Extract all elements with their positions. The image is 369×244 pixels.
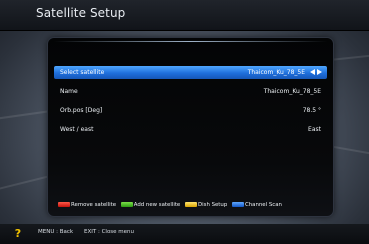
menu-back-hint: MENU : Back: [38, 229, 74, 235]
setting-value: 78.5 °: [302, 107, 321, 114]
setting-value: East: [308, 126, 321, 133]
red-key-remove-satellite[interactable]: Remove satellite: [58, 201, 116, 209]
satellite-setup-screen: Satellite Setup Select satellite Thaicom…: [0, 0, 369, 244]
footer-bar: ? MENU : Back EXIT : Close menu: [0, 224, 369, 244]
red-key-label: Remove satellite: [71, 202, 117, 208]
setting-label: West / east: [60, 126, 94, 133]
window-title: Satellite Setup: [36, 6, 126, 20]
setting-row-name[interactable]: Name Thaicom_Ku_78_5E: [54, 85, 327, 98]
color-key-legend: Remove satellite Add new satellite Dish …: [58, 201, 285, 209]
setting-row-west-east[interactable]: West / east East: [54, 123, 327, 136]
setting-label: Select satellite: [60, 69, 105, 76]
yellow-button-icon: [184, 201, 197, 207]
blue-key-channel-scan[interactable]: Channel Scan: [231, 201, 282, 209]
setting-row-orbital-position[interactable]: Orb.pos [Deg] 78.5 °: [54, 104, 327, 117]
red-button-icon: [58, 201, 70, 207]
setting-row-select-satellite[interactable]: Select satellite Thaicom_Ku_78_5E: [54, 66, 327, 79]
title-bar: Satellite Setup: [0, 0, 369, 31]
arrow-right-icon: [317, 69, 322, 75]
yellow-key-label: Dish Setup: [197, 202, 228, 208]
blue-key-label: Channel Scan: [244, 202, 282, 208]
green-key-label: Add new satellite: [133, 202, 181, 208]
setting-value: Thaicom_Ku_78_5E: [263, 88, 321, 95]
setting-label: Name: [60, 88, 78, 95]
left-right-arrows-icon[interactable]: [309, 69, 323, 76]
panel-highlight: [54, 41, 327, 42]
yellow-key-dish-setup[interactable]: Dish Setup: [184, 201, 228, 209]
green-button-icon: [120, 201, 133, 207]
green-key-add-satellite[interactable]: Add new satellite: [120, 201, 181, 209]
arrow-left-icon: [310, 69, 315, 75]
question-mark-icon[interactable]: ?: [11, 227, 25, 241]
blue-button-icon: [231, 201, 244, 207]
settings-panel: Select satellite Thaicom_Ku_78_5E Name T…: [48, 38, 333, 216]
setting-label: Orb.pos [Deg]: [60, 107, 103, 114]
setting-value: Thaicom_Ku_78_5E: [247, 69, 305, 76]
exit-close-hint: EXIT : Close menu: [84, 229, 135, 235]
